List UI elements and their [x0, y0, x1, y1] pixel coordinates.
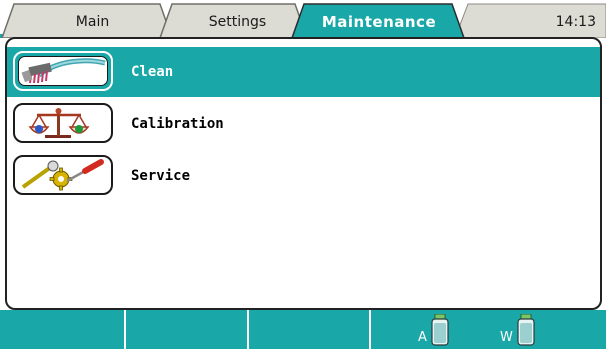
tab-settings[interactable]: Settings: [175, 12, 300, 32]
menu-item-label: Calibration: [131, 116, 224, 132]
softkey-3[interactable]: [249, 310, 371, 349]
bottle-w-icon: [516, 313, 536, 346]
menu-item-clean[interactable]: Clean: [7, 47, 600, 97]
bottle-a-icon: [430, 313, 450, 346]
softkey-2[interactable]: [126, 310, 249, 349]
clean-icon-button[interactable]: [13, 51, 113, 91]
calibration-icon-button[interactable]: [13, 103, 113, 143]
menu-item-label: Service: [131, 168, 191, 184]
clock: 14:13: [555, 14, 596, 30]
menu-item-calibration[interactable]: Calibration: [7, 99, 600, 149]
tab-main[interactable]: Main: [20, 12, 165, 32]
service-tools-icon: [21, 159, 104, 191]
tab-maintenance[interactable]: Maintenance: [306, 12, 452, 32]
instrument-screen: Main Settings Maintenance 14:13 Clean Ca…: [0, 0, 606, 349]
bottle-a-label: A: [418, 330, 427, 345]
maintenance-menu: Clean Calibration Service: [5, 37, 602, 310]
softkey-bar: A W: [0, 310, 606, 349]
tab-bar: Main Settings Maintenance 14:13: [0, 0, 606, 38]
bottle-w-label: W: [500, 330, 513, 345]
service-icon-button[interactable]: [13, 155, 113, 195]
balance-scale-icon: [28, 108, 90, 138]
menu-item-service[interactable]: Service: [7, 151, 600, 201]
menu-item-label: Clean: [131, 64, 174, 80]
cleaning-brush-icon: [21, 58, 106, 84]
softkey-1[interactable]: [0, 310, 126, 349]
